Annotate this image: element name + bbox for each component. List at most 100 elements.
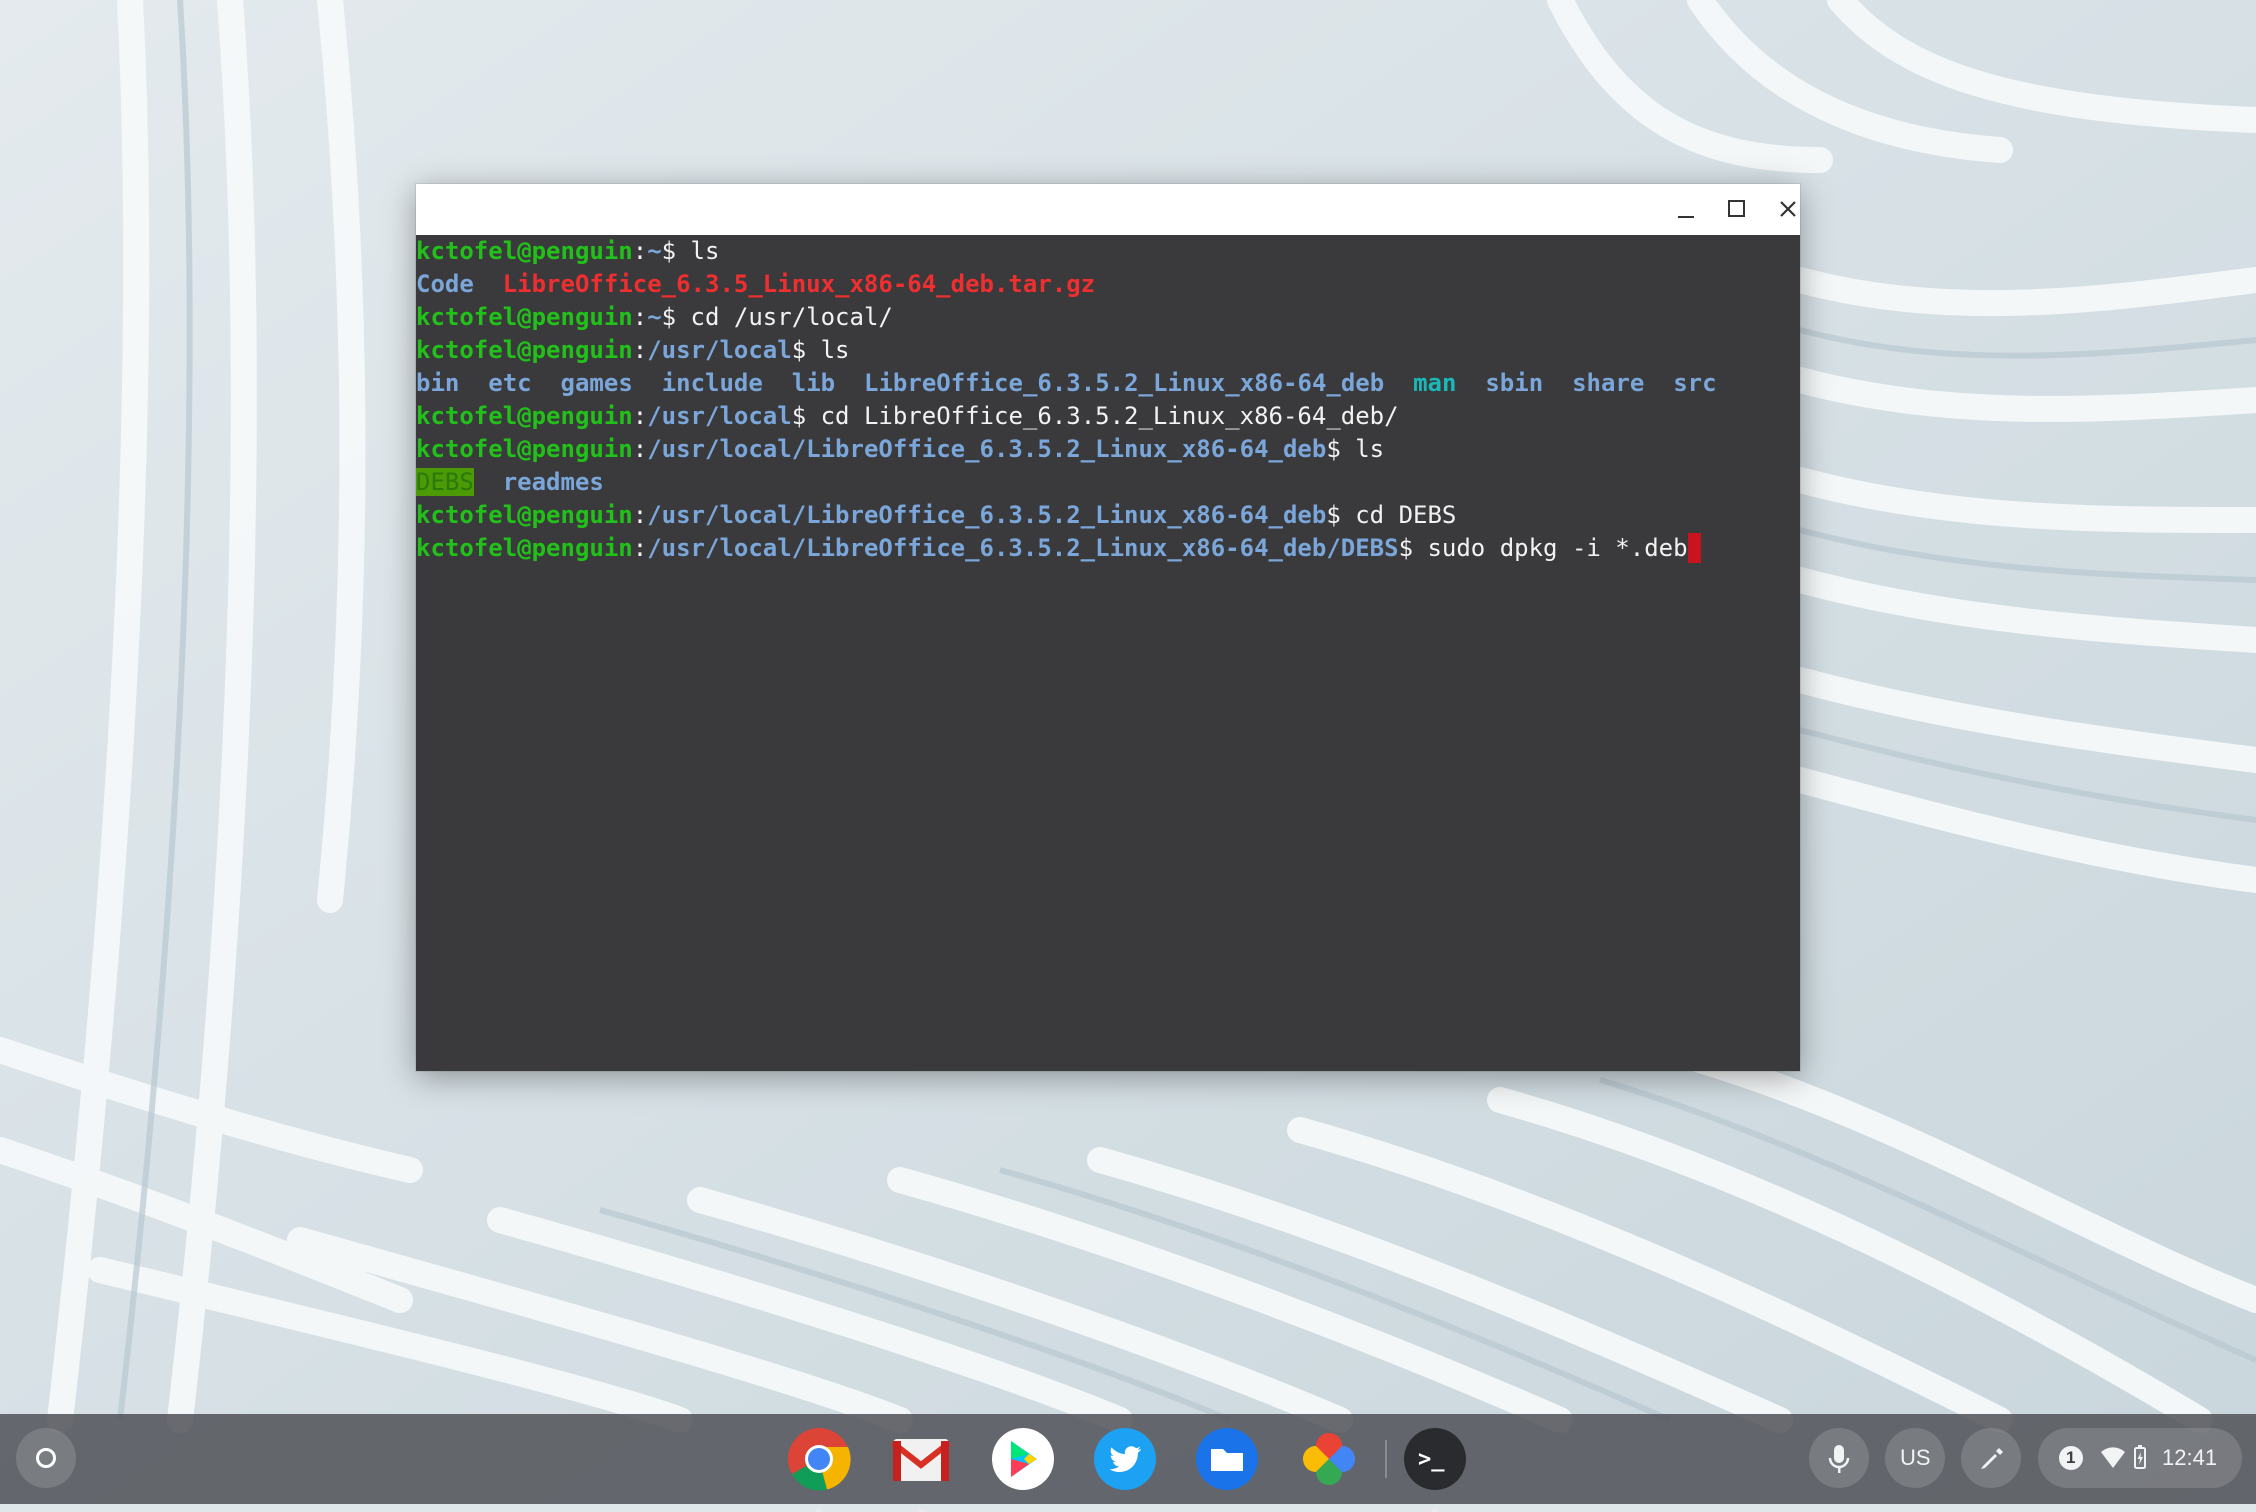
terminal-text-segment: share: [1572, 369, 1645, 397]
terminal-text-segment: kctofel@penguin: [416, 402, 633, 430]
terminal-text-segment: $ ls: [661, 237, 720, 265]
terminal-text-segment: src: [1673, 369, 1717, 397]
terminal-line: kctofel@penguin:/usr/local/LibreOffice_6…: [416, 532, 1701, 565]
chrome-icon: [788, 1428, 851, 1491]
terminal-text-segment: :: [632, 303, 648, 331]
battery-icon: [2134, 1445, 2146, 1469]
window-titlebar[interactable]: [416, 184, 1800, 235]
minimize-button[interactable]: [1662, 186, 1710, 232]
files-app[interactable]: [1195, 1427, 1259, 1491]
microphone-icon: [1828, 1445, 1850, 1473]
terminal-text-segment: kctofel@penguin: [416, 237, 633, 265]
minimize-icon: [1678, 216, 1694, 218]
terminal-text-segment: $ ls: [1326, 435, 1385, 463]
terminal-text-segment: LibreOffice_6.3.5_Linux_x86-64_deb.tar.g…: [502, 270, 1096, 298]
terminal-text-segment: kctofel@penguin: [416, 336, 633, 364]
terminal-text-segment: :: [632, 435, 648, 463]
keyboard-layout-button[interactable]: US: [1885, 1428, 1945, 1488]
terminal-text-segment: kctofel@penguin: [416, 303, 633, 331]
terminal-text-segment: sbin: [1485, 369, 1544, 397]
terminal-line: kctofel@penguin:/usr/local/LibreOffice_6…: [416, 433, 1384, 466]
chrome-app[interactable]: [787, 1427, 851, 1512]
terminal-text-segment: /usr/local/LibreOffice_6.3.5.2_Linux_x86…: [647, 501, 1327, 529]
terminal-app[interactable]: >_: [1403, 1427, 1467, 1512]
terminal-text-segment: /usr/local/LibreOffice_6.3.5.2_Linux_x86…: [647, 435, 1327, 463]
shelf-separator: [1385, 1440, 1387, 1478]
close-icon: [1780, 201, 1796, 217]
terminal-text-segment: $ ls: [791, 336, 850, 364]
terminal-line: kctofel@penguin:/usr/local/LibreOffice_6…: [416, 499, 1456, 532]
terminal-text-segment: :: [632, 501, 648, 529]
terminal-text-segment: :: [632, 336, 648, 364]
launcher-button[interactable]: [16, 1428, 76, 1488]
terminal-text-segment: readmes: [502, 468, 604, 496]
maximize-button[interactable]: [1713, 186, 1761, 232]
clock: 12:41: [2162, 1445, 2218, 1470]
terminal-text-segment: kctofel@penguin: [416, 534, 633, 562]
pen-icon: [1981, 1448, 2003, 1469]
terminal-line: DEBS readmes: [416, 466, 604, 499]
terminal-text-segment: Code: [416, 270, 474, 298]
shelf: >_ US 1 12:41: [0, 1414, 2256, 1512]
terminal-line: bin etc games include lib LibreOffice_6.…: [416, 367, 1717, 400]
terminal-line: kctofel@penguin:/usr/local$ cd LibreOffi…: [416, 400, 1399, 433]
terminal-line: kctofel@penguin:/usr/local$ ls: [416, 334, 850, 367]
terminal-text-segment: $ cd DEBS: [1326, 501, 1457, 529]
terminal-glyph: >_: [1418, 1447, 1445, 1472]
terminal-text-segment: :: [632, 402, 648, 430]
terminal-text-segment: ~: [647, 303, 662, 331]
system-tray[interactable]: 1 12:41: [2038, 1428, 2242, 1488]
terminal-window[interactable]: kctofel@penguin:~$ ls Code LibreOffice_6.…: [416, 184, 1800, 1071]
gmail-icon: [891, 1439, 951, 1481]
terminal-text-segment: $ cd LibreOffice_6.3.5.2_Linux_x86-64_de…: [791, 402, 1399, 430]
terminal-text-segment: man: [1413, 369, 1457, 397]
terminal-text-segment: etc: [488, 369, 532, 397]
notification-count: 1: [2066, 1448, 2076, 1467]
terminal-text-segment: LibreOffice_6.3.5.2_Linux_x86-64_deb: [864, 369, 1385, 397]
terminal-output[interactable]: kctofel@penguin:~$ ls Code LibreOffice_6.…: [416, 235, 1800, 1071]
files-icon: [1196, 1428, 1258, 1490]
terminal-line: kctofel@penguin:~$ cd /usr/local/: [416, 301, 893, 334]
terminal-text-segment: /usr/local: [647, 402, 792, 430]
terminal-text-segment: games: [560, 369, 633, 397]
play-store-app[interactable]: [991, 1427, 1055, 1491]
terminal-text-segment: /usr/local: [647, 336, 792, 364]
terminal-text-segment: include: [661, 369, 763, 397]
terminal-text-segment: kctofel@penguin: [416, 435, 633, 463]
terminal-text-segment: DEBS: [416, 468, 474, 496]
gmail-app[interactable]: [889, 1427, 953, 1512]
twitter-app[interactable]: [1093, 1427, 1157, 1491]
maximize-icon: [1728, 200, 1745, 217]
twitter-icon: [1094, 1428, 1156, 1490]
terminal-text-segment: ~: [647, 237, 662, 265]
stylus-button[interactable]: [1961, 1428, 2021, 1488]
terminal-text-segment: bin: [416, 369, 460, 397]
terminal-text-segment: :: [632, 237, 648, 265]
play-store-icon: [992, 1428, 1054, 1490]
photos-app[interactable]: [1297, 1427, 1361, 1491]
terminal-text-segment: /usr/local/LibreOffice_6.3.5.2_Linux_x86…: [647, 534, 1399, 562]
terminal-text-segment: :: [632, 534, 648, 562]
terminal-text-segment: kctofel@penguin: [416, 501, 633, 529]
close-button[interactable]: [1764, 186, 1812, 232]
terminal-text-segment: lib: [791, 369, 836, 397]
terminal-line: kctofel@penguin:~$ ls: [416, 235, 719, 268]
keyboard-layout-label: US: [1900, 1445, 1931, 1470]
photos-icon: [1303, 1433, 1355, 1485]
terminal-text-segment: $ cd /usr/local/: [661, 303, 893, 331]
terminal-icon: >_: [1404, 1428, 1466, 1490]
mic-button[interactable]: [1809, 1428, 1869, 1488]
terminal-line: Code LibreOffice_6.3.5_Linux_x86-64_deb.…: [416, 268, 1095, 301]
terminal-cursor: [1687, 533, 1701, 563]
